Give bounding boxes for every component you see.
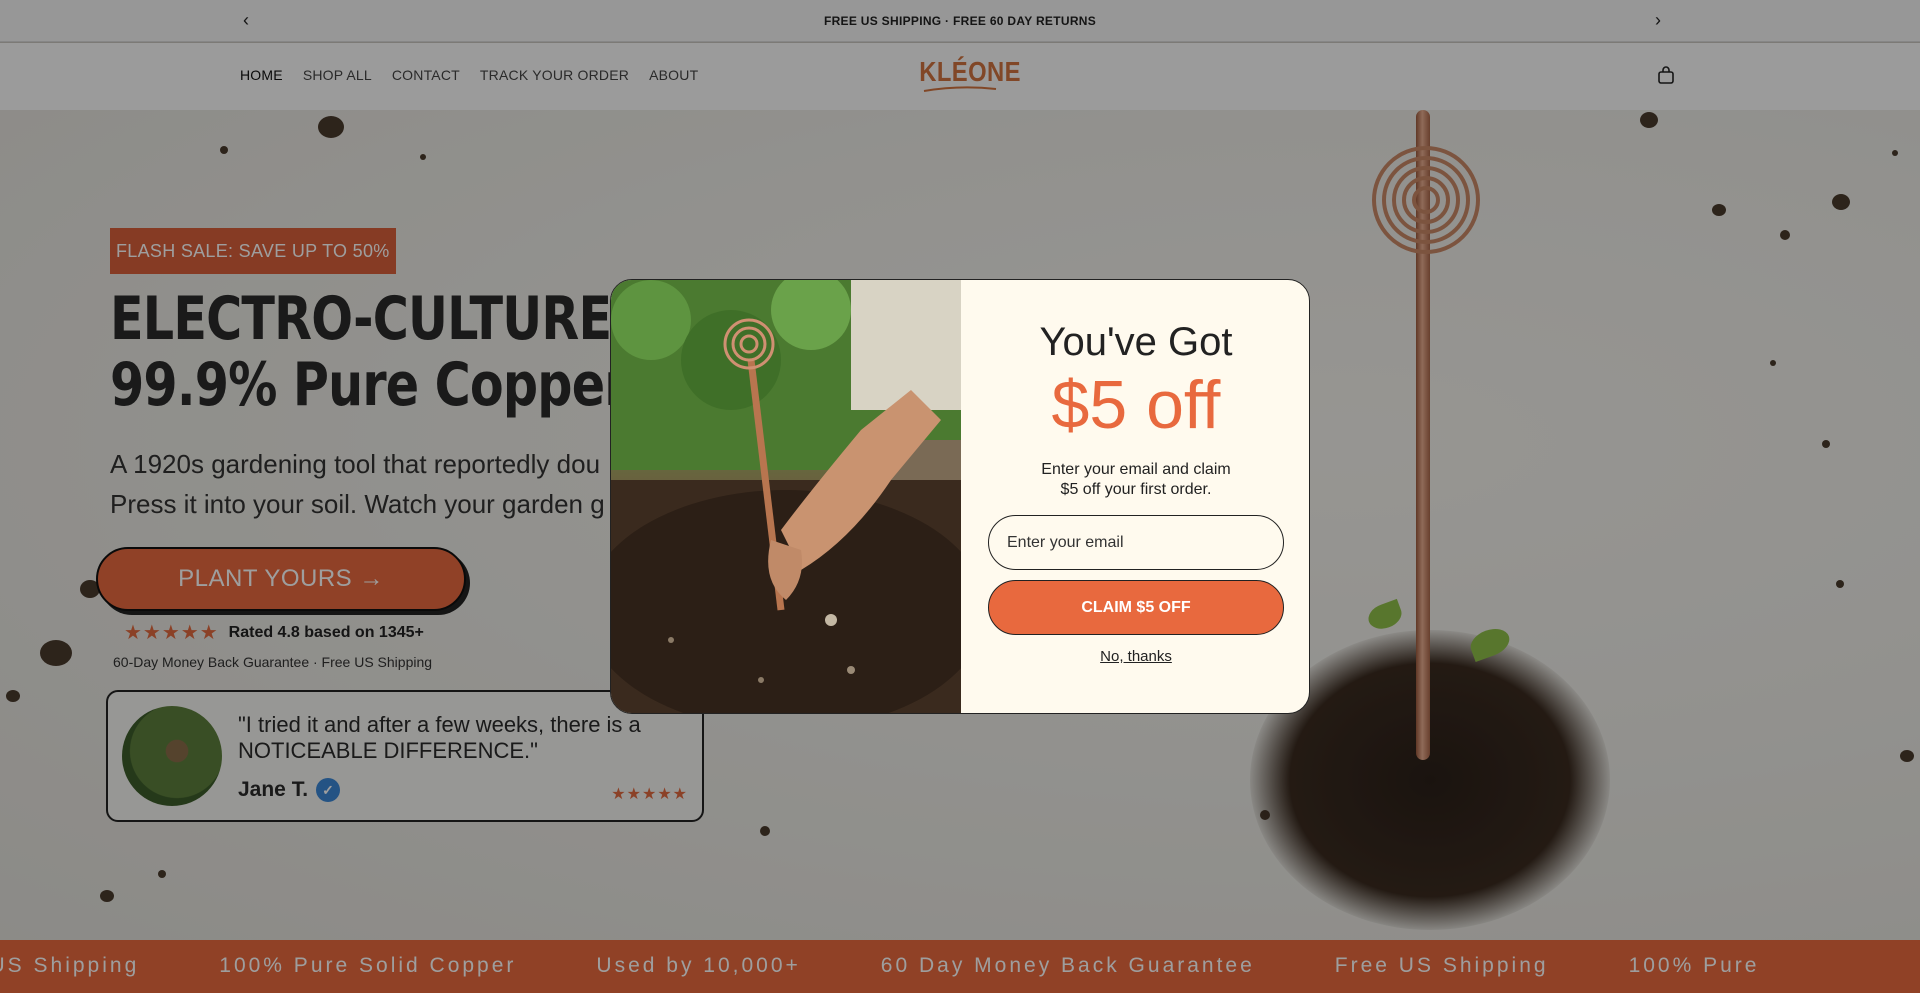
discount-popup: You've Got $5 off Enter your email and c… [610,279,1310,714]
popup-amount: $5 off [1051,367,1221,443]
claim-discount-button[interactable]: CLAIM $5 OFF [988,580,1284,635]
popup-content: You've Got $5 off Enter your email and c… [961,280,1309,713]
popup-garden-image [611,280,961,713]
email-field[interactable] [988,515,1284,570]
popup-title: You've Got [1039,320,1233,364]
garden-illustration [611,280,961,713]
no-thanks-link[interactable]: No, thanks [961,648,1309,665]
popup-description: Enter your email and claim $5 off your f… [1041,461,1231,498]
